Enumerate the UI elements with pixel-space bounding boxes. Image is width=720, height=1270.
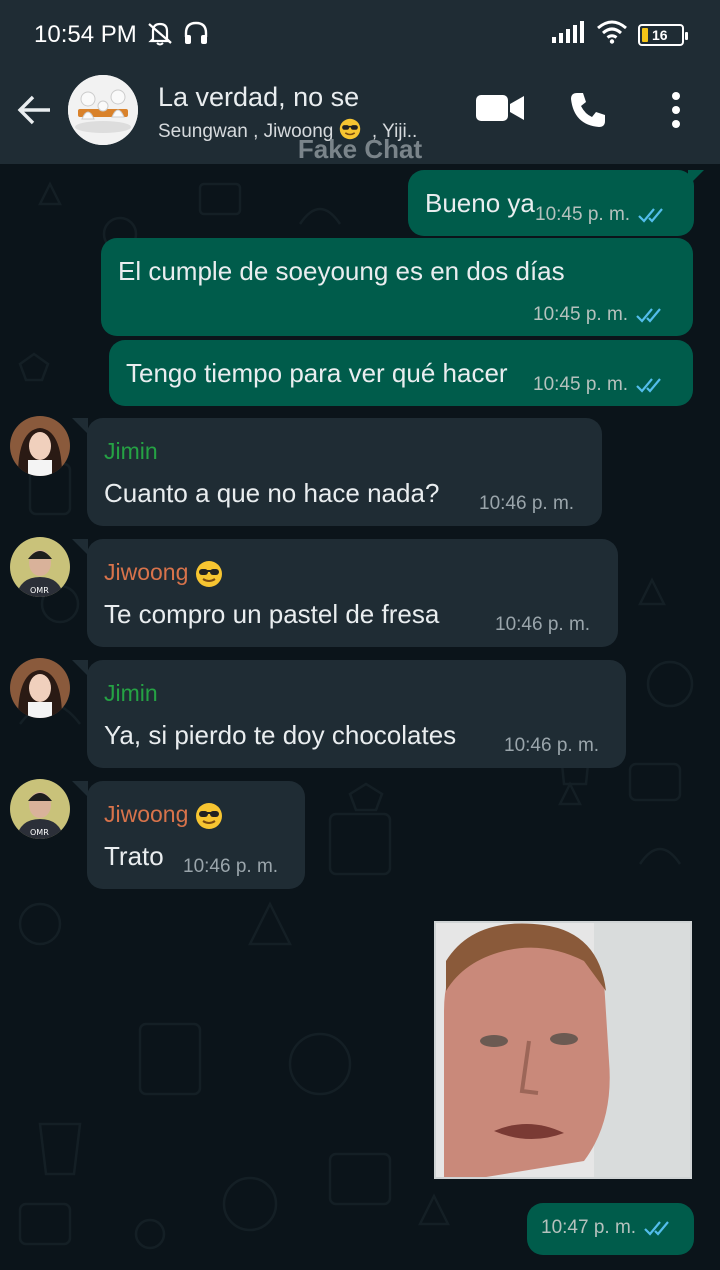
sender-name[interactable]: Jiwoong	[104, 801, 223, 830]
fake-chat-watermark: Fake Chat	[297, 134, 423, 164]
message-time: 10:45 p. m.	[535, 204, 631, 225]
message-meta: 10:45 p. m.	[533, 304, 668, 326]
back-arrow-icon[interactable]	[16, 90, 56, 130]
message-text: Ya, si pierdo te doy chocolates	[104, 720, 457, 750]
message-bubble-outgoing[interactable]: El cumple de soeyoung es en dos días 10:…	[101, 238, 693, 336]
sender-name[interactable]: Jimin	[104, 438, 158, 465]
avatar-jimin[interactable]	[10, 416, 70, 476]
image-message[interactable]	[434, 921, 692, 1179]
svg-text:OMR: OMR	[30, 828, 49, 837]
message-time: 10:46 p. m.	[495, 614, 591, 635]
bubble-tail	[72, 418, 88, 434]
message-bubble-incoming[interactable]: Jimin Cuanto a que no hace nada? 10:46 p…	[87, 418, 602, 526]
sender-name-text: Jiwoong	[104, 801, 189, 827]
sender-name[interactable]: Jimin	[104, 680, 158, 707]
sunglasses-emoji-icon	[195, 560, 223, 588]
message-text: Tengo tiempo para ver qué hacer	[126, 358, 508, 388]
svg-text:OMR: OMR	[30, 586, 49, 595]
message-time: 10:45 p. m.	[533, 374, 629, 395]
video-call-icon[interactable]	[476, 90, 524, 131]
bubble-tail	[72, 781, 88, 797]
sunglasses-emoji-icon	[195, 802, 223, 830]
message-text: Bueno ya	[425, 188, 535, 218]
more-options-icon[interactable]	[666, 90, 686, 135]
bubble-tail	[72, 660, 88, 676]
chat-area[interactable]: Bueno ya 10:45 p. m. El cumple de soeyou…	[0, 164, 720, 1270]
message-bubble-outgoing[interactable]: Bueno ya 10:45 p. m.	[408, 170, 694, 236]
avatar-jimin[interactable]	[10, 658, 70, 718]
message-time: 10:46 p. m.	[479, 493, 575, 514]
phone-icon[interactable]	[568, 90, 608, 135]
message-time: 10:45 p. m.	[533, 304, 629, 325]
message-bubble-incoming[interactable]: Jiwoong Trato 10:46 p. m.	[87, 781, 305, 889]
avatar-jiwoong[interactable]: OMR	[10, 537, 70, 597]
wifi-icon	[596, 20, 628, 49]
message-bubble-incoming[interactable]: Jiwoong Te compro un pastel de fresa 10:…	[87, 539, 618, 647]
battery-level: 16	[652, 26, 668, 43]
double-check-icon	[644, 1219, 676, 1237]
message-time: 10:46 p. m.	[183, 856, 279, 877]
message-time: 10:47 p. m.	[541, 1217, 637, 1238]
message-bubble-outgoing[interactable]: Tengo tiempo para ver qué hacer 10:45 p.…	[109, 340, 693, 406]
message-time: 10:46 p. m.	[504, 735, 600, 756]
message-meta: 10:47 p. m.	[541, 1217, 676, 1239]
battery-icon: 16	[638, 23, 688, 46]
chat-title[interactable]: La verdad, no se	[158, 82, 359, 113]
bubble-tail	[688, 170, 704, 186]
double-check-icon	[638, 206, 670, 224]
message-meta: 10:45 p. m.	[533, 374, 668, 396]
bubble-tail	[72, 539, 88, 555]
image-message-meta[interactable]: 10:47 p. m.	[527, 1203, 694, 1255]
sender-name-text: Jiwoong	[104, 559, 189, 585]
message-text: Cuanto a que no hace nada?	[104, 478, 440, 508]
message-text: Trato	[104, 841, 164, 871]
muted-bell-icon	[145, 20, 175, 51]
sender-name[interactable]: Jiwoong	[104, 559, 223, 588]
signal-icon	[552, 21, 586, 48]
message-bubble-incoming[interactable]: Jimin Ya, si pierdo te doy chocolates 10…	[87, 660, 626, 768]
headphones-icon	[183, 20, 209, 51]
avatar-jiwoong[interactable]: OMR	[10, 779, 70, 839]
message-text: Te compro un pastel de fresa	[104, 599, 440, 629]
message-text: El cumple de soeyoung es en dos días	[118, 256, 565, 286]
double-check-icon	[636, 376, 668, 394]
status-bar: 10:54 PM 16	[0, 0, 720, 70]
message-meta: 10:45 p. m.	[535, 204, 670, 226]
status-time: 10:54 PM	[34, 21, 137, 48]
double-check-icon	[636, 306, 668, 324]
